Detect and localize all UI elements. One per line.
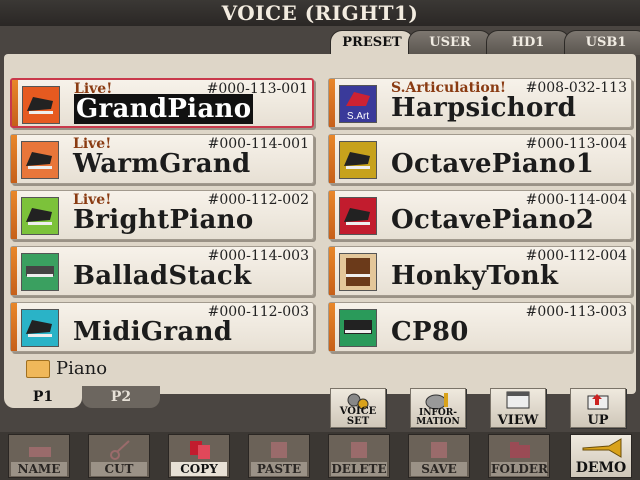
paste-label: PASTE xyxy=(251,462,307,476)
name-icon xyxy=(29,447,51,457)
voice-button-honkytonk[interactable]: #000-112-004 HonkyTonk xyxy=(328,246,632,296)
grand-piano-icon xyxy=(339,141,377,179)
save-button[interactable]: SAVE xyxy=(408,434,470,478)
save-icon xyxy=(431,442,447,458)
grand-piano-icon xyxy=(21,309,59,347)
voice-stripe xyxy=(11,135,17,183)
folder-label: FOLDER xyxy=(491,462,548,476)
s-art-icon-text: S.Art xyxy=(347,111,369,122)
name-button[interactable]: NAME xyxy=(8,434,70,478)
voice-button-harpsichord[interactable]: S.Art S.Articulation! #008-032-113 Harps… xyxy=(328,78,632,128)
cut-button[interactable]: CUT xyxy=(88,434,150,478)
up-label: UP xyxy=(587,413,609,428)
electric-piano-icon xyxy=(21,253,59,291)
copy-label: COPY xyxy=(171,462,227,476)
grand-piano-icon xyxy=(22,86,60,124)
voice-stripe xyxy=(12,80,18,126)
voice-stripe xyxy=(11,247,17,295)
voice-button-balladstack[interactable]: #000-114-003 BalladStack xyxy=(10,246,314,296)
voice-name: BrightPiano xyxy=(73,205,254,235)
folder-up-icon xyxy=(587,394,609,410)
paste-icon xyxy=(271,442,287,458)
trumpet-icon xyxy=(582,438,622,458)
tab-hd1[interactable]: HD1 xyxy=(486,30,570,55)
tab-preset[interactable]: PRESET xyxy=(330,30,414,55)
grand-piano-icon xyxy=(21,197,59,235)
save-label: SAVE xyxy=(411,462,467,476)
s-art-icon: S.Art xyxy=(339,85,377,123)
copy-icon xyxy=(190,441,210,459)
voice-name: GrandPiano xyxy=(74,94,254,124)
folder-icon xyxy=(26,360,50,378)
page-tab-p2[interactable]: P2 xyxy=(82,386,160,408)
new-folder-icon xyxy=(510,442,530,458)
view-icon xyxy=(506,391,530,409)
paste-button[interactable]: PASTE xyxy=(248,434,310,478)
folder-path: Piano xyxy=(26,358,107,379)
voice-name: HonkyTonk xyxy=(391,261,559,291)
voice-name: OctavePiano1 xyxy=(391,149,595,179)
voice-set-label: VOICE SET xyxy=(339,406,377,427)
tab-usb1[interactable]: USB1 xyxy=(564,30,640,55)
window-title: VOICE (RIGHT1) xyxy=(0,0,640,26)
voice-button-octavepiano1[interactable]: #000-113-004 OctavePiano1 xyxy=(328,134,632,184)
voice-stripe xyxy=(329,79,335,127)
grand-piano-icon xyxy=(339,197,377,235)
information-label: INFOR- MATION xyxy=(416,408,460,427)
grand-piano-icon xyxy=(21,141,59,179)
scissors-icon xyxy=(110,440,130,460)
voice-name: MidiGrand xyxy=(73,317,233,347)
demo-label: DEMO xyxy=(575,460,627,476)
voice-button-warmgrand[interactable]: Live! #000-114-001 WarmGrand xyxy=(10,134,314,184)
tab-bar: PRESET USER HD1 USB1 xyxy=(320,26,640,55)
folder-name: Piano xyxy=(56,358,108,379)
cut-label: CUT xyxy=(91,462,147,476)
voice-button-grandpiano[interactable]: Live! #000-113-001 GrandPiano xyxy=(10,78,314,128)
voice-stripe xyxy=(11,191,17,239)
up-button[interactable]: UP xyxy=(570,388,626,428)
voice-button-octavepiano2[interactable]: #000-114-004 OctavePiano2 xyxy=(328,190,632,240)
electric-piano-icon xyxy=(339,309,377,347)
voice-button-cp80[interactable]: #000-113-003 CP80 xyxy=(328,302,632,352)
tab-user[interactable]: USER xyxy=(408,30,492,55)
view-button[interactable]: VIEW xyxy=(490,388,546,428)
voice-stripe xyxy=(11,303,17,351)
voice-stripe xyxy=(329,303,335,351)
voice-stripe xyxy=(329,135,335,183)
information-button[interactable]: INFOR- MATION xyxy=(410,388,466,428)
voice-stripe xyxy=(329,247,335,295)
name-label: NAME xyxy=(11,462,67,476)
demo-button[interactable]: DEMO xyxy=(570,434,632,478)
delete-label: DELETE xyxy=(331,462,387,476)
voice-name: WarmGrand xyxy=(73,149,251,179)
delete-button[interactable]: DELETE xyxy=(328,434,390,478)
voice-button-brightpiano[interactable]: Live! #000-112-002 BrightPiano xyxy=(10,190,314,240)
copy-button[interactable]: COPY xyxy=(168,434,230,478)
delete-icon xyxy=(351,442,367,458)
voice-set-button[interactable]: VOICE SET xyxy=(330,388,386,428)
view-label: VIEW xyxy=(497,413,539,428)
voice-number: #000-113-003 xyxy=(525,304,627,320)
voice-name: CP80 xyxy=(391,317,469,347)
folder-button[interactable]: FOLDER xyxy=(488,434,550,478)
voice-button-midigrand[interactable]: #000-112-003 MidiGrand xyxy=(10,302,314,352)
voice-name: Harpsichord xyxy=(391,93,577,123)
voice-name: BalladStack xyxy=(73,261,252,291)
voice-name: OctavePiano2 xyxy=(391,205,595,235)
voice-stripe xyxy=(329,191,335,239)
page-tab-p1[interactable]: P1 xyxy=(4,386,82,408)
upright-piano-icon xyxy=(339,253,377,291)
